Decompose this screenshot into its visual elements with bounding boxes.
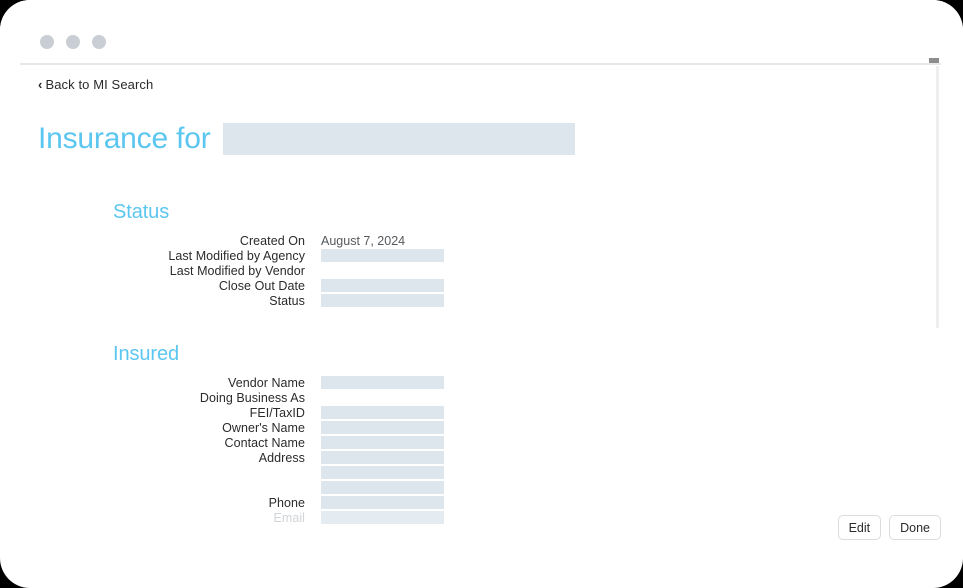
field-label: Status xyxy=(269,293,305,308)
field-input[interactable] xyxy=(321,294,444,307)
footer-actions: Edit Done xyxy=(837,515,941,540)
field-input[interactable] xyxy=(321,249,444,262)
vertical-scrollbar-thumb[interactable] xyxy=(929,58,939,63)
field-label: Last Modified by Vendor xyxy=(169,263,305,278)
page-content: ‹ Back to MI Search Insurance for Status … xyxy=(0,65,941,530)
field-label: Phone xyxy=(268,495,305,510)
field-row: Address xyxy=(0,450,941,465)
insured-field-group: Vendor Name Doing Business As FEI/TaxID Own… xyxy=(0,375,941,525)
field-row: Vendor Name xyxy=(0,375,941,390)
field-row: Last Modified by Vendor xyxy=(0,263,941,278)
field-row: FEI/TaxID xyxy=(0,405,941,420)
field-row: Close Out Date xyxy=(0,278,941,293)
field-input[interactable] xyxy=(321,481,444,494)
done-button[interactable]: Done xyxy=(889,515,941,540)
field-row: Last Modified by Agency xyxy=(0,248,941,263)
chevron-left-icon: ‹ xyxy=(38,77,43,92)
field-input[interactable] xyxy=(321,511,444,524)
field-input[interactable] xyxy=(321,279,444,292)
field-row: Contact Name xyxy=(0,435,941,450)
field-value: August 7, 2024 xyxy=(321,233,406,248)
field-input[interactable] xyxy=(321,421,444,434)
field-label: Email xyxy=(273,510,305,525)
back-link-label: Back to MI Search xyxy=(45,77,154,92)
field-input[interactable] xyxy=(321,436,444,449)
field-row: Status xyxy=(0,293,941,308)
page-title: Insurance for xyxy=(38,122,211,155)
maximize-dot-icon[interactable] xyxy=(66,35,80,49)
field-input-empty xyxy=(321,391,444,404)
field-input[interactable] xyxy=(321,406,444,419)
page-title-row: Insurance for xyxy=(38,122,575,156)
field-input[interactable] xyxy=(321,496,444,509)
field-input[interactable] xyxy=(321,451,444,464)
field-input-empty xyxy=(321,264,444,277)
close-dot-icon[interactable] xyxy=(92,35,106,49)
field-row: Created On August 7, 2024 xyxy=(0,233,941,248)
field-label: FEI/TaxID xyxy=(249,405,305,420)
field-input[interactable] xyxy=(321,466,444,479)
field-label: Address xyxy=(258,450,305,465)
window-controls xyxy=(40,35,106,49)
insurance-name-field[interactable] xyxy=(222,123,575,155)
edit-button[interactable]: Edit xyxy=(837,515,882,540)
minimize-dot-icon[interactable] xyxy=(40,35,54,49)
field-label: Contact Name xyxy=(224,435,305,450)
status-field-group: Created On August 7, 2024 Last Modified by… xyxy=(0,233,941,308)
field-row: Email xyxy=(0,510,941,525)
app-window: ‹ Back to MI Search Insurance for Status … xyxy=(0,0,963,588)
section-heading-insured: Insured xyxy=(113,343,180,365)
field-row xyxy=(0,480,941,495)
field-label: Created On xyxy=(239,233,305,248)
window-titlebar xyxy=(0,0,963,63)
field-row: Doing Business As xyxy=(0,390,941,405)
back-to-mi-search-link[interactable]: ‹ Back to MI Search xyxy=(38,77,153,92)
field-label: Vendor Name xyxy=(228,375,305,390)
field-row: Owner's Name xyxy=(0,420,941,435)
field-row xyxy=(0,465,941,480)
section-heading-status: Status xyxy=(113,201,170,223)
field-input[interactable] xyxy=(321,376,444,389)
field-row: Phone xyxy=(0,495,941,510)
field-label: Close Out Date xyxy=(218,278,305,293)
field-label: Owner's Name xyxy=(222,420,305,435)
field-label: Last Modified by Agency xyxy=(168,248,305,263)
field-label: Doing Business As xyxy=(199,390,305,405)
